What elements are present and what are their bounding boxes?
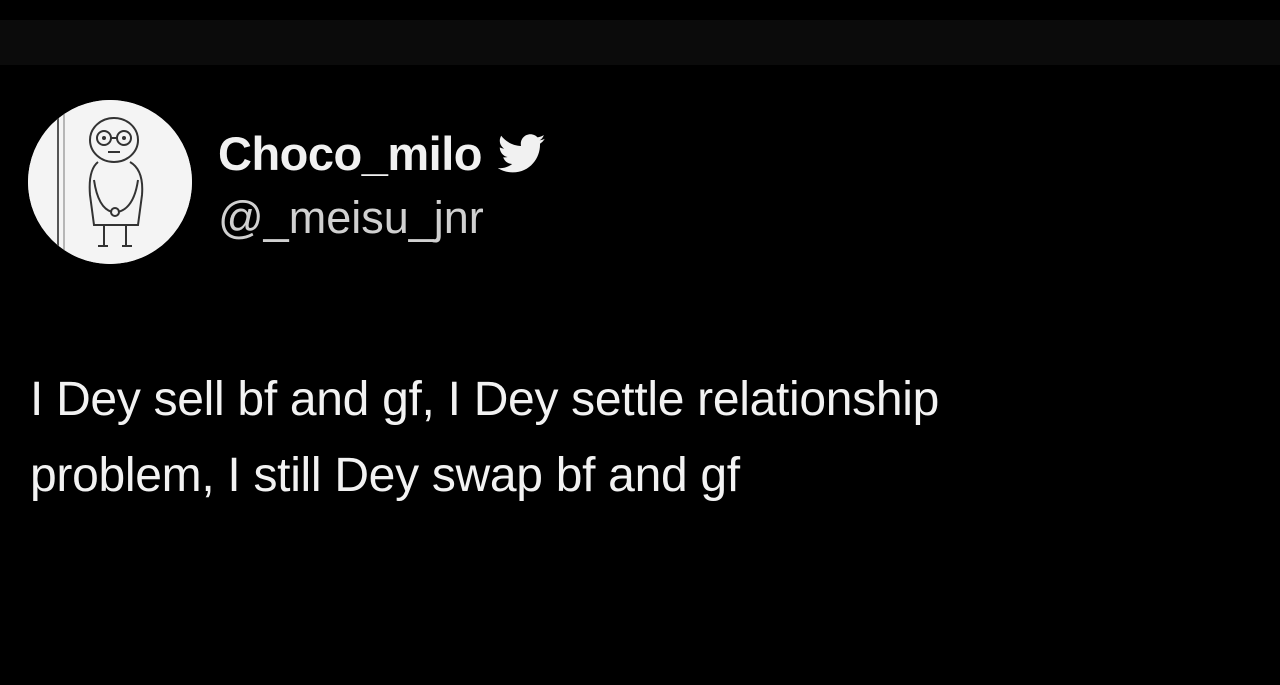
user-info: Choco_milo @_meisu_jnr [218, 125, 546, 240]
tweet-text: I Dey sell bf and gf, I Dey settle relat… [30, 373, 940, 502]
display-name[interactable]: Choco_milo [218, 130, 482, 177]
user-handle[interactable]: @_meisu_jnr [218, 195, 546, 240]
twitter-bird-icon [497, 133, 546, 174]
avatar[interactable] [28, 100, 192, 264]
top-status-bar [0, 20, 1280, 65]
name-row: Choco_milo [218, 125, 546, 183]
tweet-header: Choco_milo @_meisu_jnr [28, 100, 546, 264]
stick-figure-avatar-icon [28, 100, 192, 264]
